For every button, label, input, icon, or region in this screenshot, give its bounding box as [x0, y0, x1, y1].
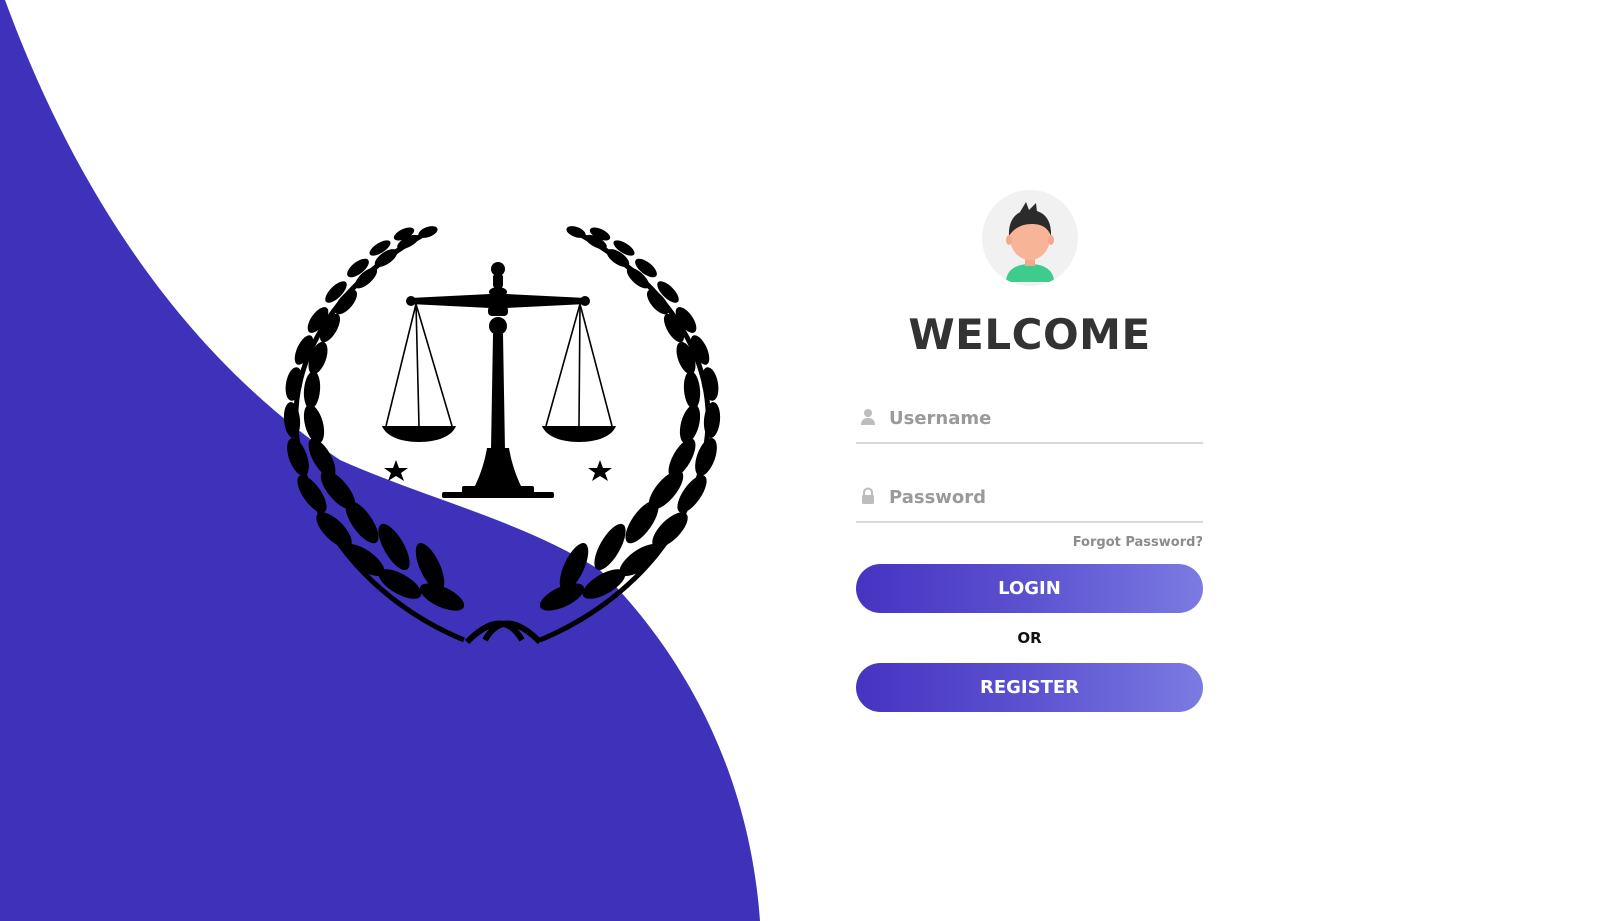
login-page: WELCOME Forgot Password? LOGIN OR REGIST… [0, 0, 1600, 921]
welcome-title: WELCOME [908, 310, 1151, 359]
background-wave [0, 0, 760, 921]
forgot-password-row: Forgot Password? [856, 531, 1203, 550]
or-separator: OR [1017, 629, 1042, 647]
scales-of-justice-emblem [283, 226, 721, 645]
login-button[interactable]: LOGIN [856, 564, 1203, 613]
register-button[interactable]: REGISTER [856, 663, 1203, 712]
user-icon [861, 409, 875, 425]
user-avatar-icon [981, 190, 1078, 286]
login-panel: WELCOME Forgot Password? LOGIN OR REGIST… [856, 190, 1203, 712]
username-input[interactable] [889, 403, 1189, 433]
forgot-password-link[interactable]: Forgot Password? [1073, 535, 1203, 550]
lock-icon [862, 487, 874, 504]
password-input[interactable] [889, 482, 1189, 512]
password-field [856, 477, 1203, 523]
username-field [856, 398, 1203, 444]
